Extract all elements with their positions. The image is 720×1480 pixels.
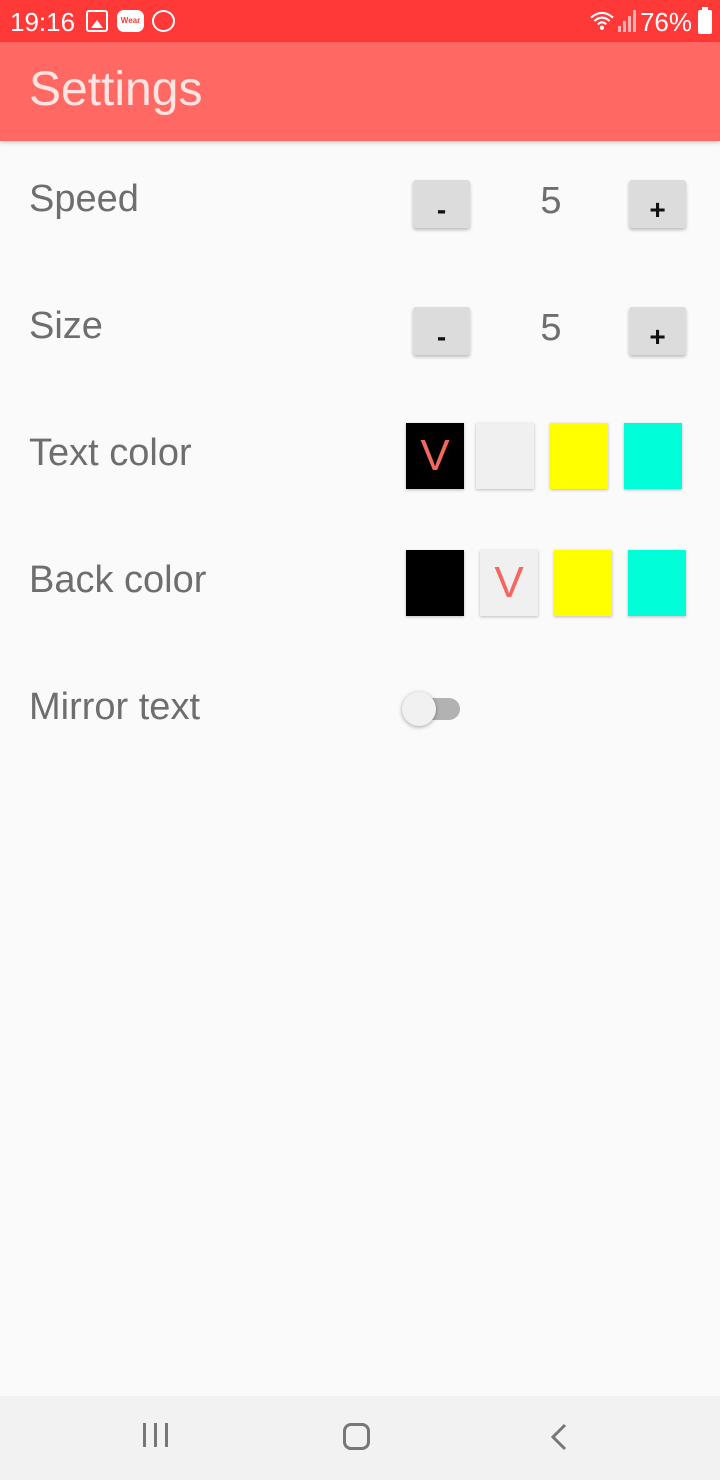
text-color-swatch-yellow[interactable] [550, 423, 608, 489]
speed-label: Speed [29, 178, 139, 220]
size-increment-button[interactable]: + [629, 307, 686, 355]
app-bar: Settings [0, 42, 720, 141]
battery-percent: 76% [639, 7, 692, 37]
size-value: 5 [540, 307, 562, 349]
back-color-swatch-black[interactable] [406, 550, 464, 616]
text-color-label: Text color [29, 432, 192, 474]
status-time: 19:16 [10, 7, 76, 37]
size-decrement-button[interactable]: - [413, 307, 470, 355]
page-title: Settings [29, 63, 203, 116]
text-color-swatch-cyan[interactable] [624, 423, 682, 489]
navigation-bar [0, 1396, 720, 1480]
back-icon[interactable] [549, 1423, 569, 1451]
speed-value: 5 [540, 180, 562, 222]
back-color-swatch-white-selected[interactable]: V [480, 550, 538, 616]
wifi-icon [590, 11, 614, 30]
back-color-label: Back color [29, 559, 207, 601]
home-icon[interactable] [343, 1423, 370, 1450]
text-color-swatch-white[interactable] [476, 423, 534, 489]
status-bar: 19:16 Wear 76% [0, 0, 720, 42]
phone-icon [152, 10, 175, 32]
speed-increment-button[interactable]: + [629, 180, 686, 228]
text-color-swatch-black-selected[interactable]: V [406, 423, 464, 489]
gallery-icon [86, 10, 108, 32]
recent-apps-icon[interactable] [143, 1423, 169, 1447]
signal-icon [618, 10, 636, 32]
battery-icon [698, 7, 712, 34]
mirror-text-label: Mirror text [29, 686, 200, 728]
back-color-swatch-yellow[interactable] [554, 550, 612, 616]
speed-decrement-button[interactable]: - [413, 180, 470, 228]
toggle-thumb [402, 692, 436, 726]
wear-icon: Wear [117, 10, 144, 32]
back-color-swatch-cyan[interactable] [628, 550, 686, 616]
size-label: Size [29, 305, 103, 347]
